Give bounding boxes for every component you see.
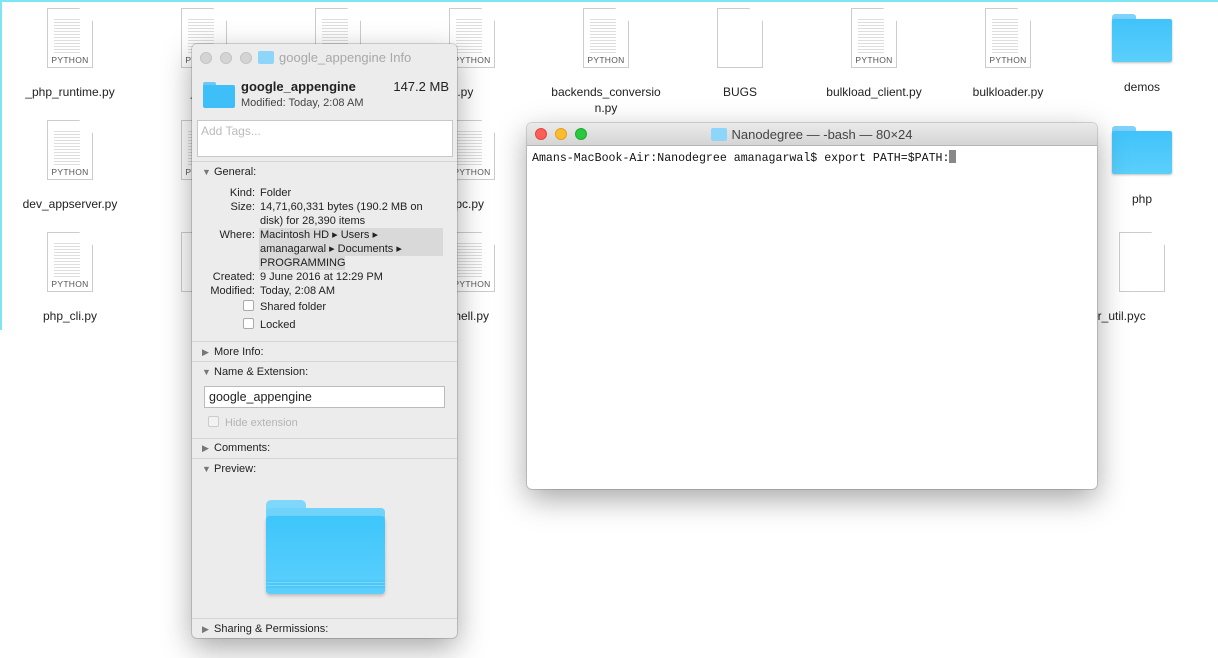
label: Modified: bbox=[210, 285, 255, 297]
desktop-item[interactable]: PYTHON bulkload_client.py bbox=[809, 8, 939, 100]
path-value[interactable]: Macintosh HD ▸ Users ▸ bbox=[260, 228, 378, 242]
value: disk) for 28,390 items bbox=[260, 215, 366, 227]
section-label: More Info: bbox=[214, 346, 264, 358]
tags-input[interactable]: Add Tags... bbox=[197, 120, 453, 157]
terminal-content[interactable]: Amans-MacBook-Air:Nanodegree amanagarwal… bbox=[527, 146, 1097, 169]
document-icon bbox=[1119, 232, 1165, 292]
triangle-down-icon: ▼ bbox=[202, 464, 211, 474]
triangle-right-icon: ▶ bbox=[202, 347, 209, 357]
cursor bbox=[949, 150, 957, 163]
value: Folder bbox=[260, 187, 292, 199]
more-info-toggle[interactable]: ▶ More Info: bbox=[202, 345, 264, 359]
path-value[interactable]: amanagarwal ▸ Documents ▸ bbox=[260, 242, 402, 256]
document-icon: PYTHON bbox=[583, 8, 629, 68]
desktop-item[interactable]: PYTHON _php_runtime.py bbox=[5, 8, 135, 100]
document-icon: PYTHON bbox=[47, 232, 93, 292]
title-text: google_appengine Info bbox=[279, 50, 412, 65]
locked-checkbox[interactable]: Locked bbox=[243, 318, 295, 332]
label: Created: bbox=[212, 271, 255, 283]
triangle-down-icon: ▼ bbox=[202, 167, 211, 177]
item-label: bulkloader.py bbox=[972, 85, 1044, 99]
modified-header: Modified: Today, 2:08 AM bbox=[241, 97, 364, 109]
desktop-item[interactable]: BUGS bbox=[675, 8, 805, 100]
item-label: bulkload_client.py bbox=[826, 85, 922, 99]
checkbox-label: Hide extension bbox=[225, 417, 298, 429]
general-section-toggle[interactable]: ▼ General: bbox=[202, 165, 256, 179]
close-button[interactable] bbox=[200, 52, 212, 64]
python-tag: PYTHON bbox=[587, 55, 625, 65]
desktop-item[interactable]: PYTHON php_cli.py bbox=[5, 232, 135, 324]
command-line: Amans-MacBook-Air:Nanodegree amanagarwal… bbox=[532, 152, 950, 165]
document-icon: PYTHON bbox=[47, 8, 93, 68]
item-label: _php_runtime.py bbox=[25, 85, 115, 99]
desktop-item[interactable]: demos bbox=[1077, 8, 1207, 95]
checkbox-label: Shared folder bbox=[260, 301, 327, 313]
terminal-titlebar: Nanodegree — -bash — 80×24 bbox=[527, 123, 1097, 146]
folder-preview-icon bbox=[266, 500, 385, 594]
document-icon: PYTHON bbox=[851, 8, 897, 68]
folder-icon bbox=[203, 82, 235, 108]
sharing-permissions-toggle[interactable]: ▶ Sharing & Permissions: bbox=[202, 622, 328, 636]
triangle-right-icon: ▶ bbox=[202, 443, 209, 453]
selection-border bbox=[0, 0, 1218, 2]
section-label: Comments: bbox=[214, 442, 271, 454]
python-tag: PYTHON bbox=[51, 167, 89, 177]
label: Kind: bbox=[229, 187, 255, 199]
section-label: Preview: bbox=[214, 463, 257, 475]
label: Where: bbox=[219, 229, 255, 241]
desktop-item[interactable]: PYTHON bulkloader.py bbox=[943, 8, 1073, 100]
name-field[interactable]: google_appengine bbox=[204, 386, 445, 408]
section-label: Sharing & Permissions: bbox=[214, 623, 329, 635]
folder-icon bbox=[1112, 126, 1172, 174]
preview-toggle[interactable]: ▼ Preview: bbox=[202, 462, 256, 476]
shared-folder-checkbox[interactable]: Shared folder bbox=[243, 300, 326, 314]
item-label: BUGS bbox=[722, 85, 757, 99]
hide-extension-checkbox[interactable]: Hide extension bbox=[208, 416, 298, 430]
item-label: demos bbox=[1123, 80, 1161, 94]
section-label: General: bbox=[214, 166, 257, 178]
document-icon bbox=[717, 8, 763, 68]
value: Today, 2:08 AM bbox=[260, 285, 336, 297]
desktop-item[interactable]: PYTHON dev_appserver.py bbox=[5, 120, 135, 212]
name-extension-toggle[interactable]: ▼ Name & Extension: bbox=[202, 365, 308, 379]
window-title: google_appengine Info bbox=[258, 50, 411, 65]
info-window: google_appengine Info google_appengine 1… bbox=[192, 44, 457, 638]
triangle-right-icon: ▶ bbox=[202, 624, 209, 634]
item-label: php_cli.py bbox=[42, 309, 98, 323]
file-name: google_appengine bbox=[241, 79, 356, 94]
item-label: backends_conversio n.py bbox=[551, 85, 661, 115]
python-tag: PYTHON bbox=[51, 55, 89, 65]
checkbox-label: Locked bbox=[260, 319, 296, 331]
item-label: dev_appserver.py bbox=[22, 197, 118, 211]
desktop-item[interactable]: PYTHON backends_conversio n.py bbox=[541, 8, 671, 116]
document-icon: PYTHON bbox=[47, 120, 93, 180]
section-label: Name & Extension: bbox=[214, 366, 309, 378]
document-icon: PYTHON bbox=[985, 8, 1031, 68]
folder-icon bbox=[1112, 14, 1172, 62]
triangle-down-icon: ▼ bbox=[202, 367, 211, 377]
minimize-button[interactable] bbox=[220, 52, 232, 64]
terminal-title: Nanodegree — -bash — 80×24 bbox=[731, 127, 913, 142]
python-tag: PYTHON bbox=[51, 279, 89, 289]
value: 9 June 2016 at 12:29 PM bbox=[260, 271, 383, 283]
comments-toggle[interactable]: ▶ Comments: bbox=[202, 441, 270, 455]
python-tag: PYTHON bbox=[855, 55, 893, 65]
label: Size: bbox=[230, 201, 255, 213]
zoom-button[interactable] bbox=[240, 52, 252, 64]
value: 14,71,60,331 bytes (190.2 MB on bbox=[260, 201, 423, 213]
selection-border bbox=[0, 0, 2, 330]
folder-icon bbox=[711, 128, 728, 141]
folder-icon bbox=[258, 51, 274, 64]
file-size: 147.2 MB bbox=[393, 79, 449, 94]
path-value[interactable]: PROGRAMMING bbox=[260, 256, 346, 270]
terminal-window: Nanodegree — -bash — 80×24 Amans-MacBook… bbox=[527, 123, 1097, 489]
python-tag: PYTHON bbox=[989, 55, 1027, 65]
